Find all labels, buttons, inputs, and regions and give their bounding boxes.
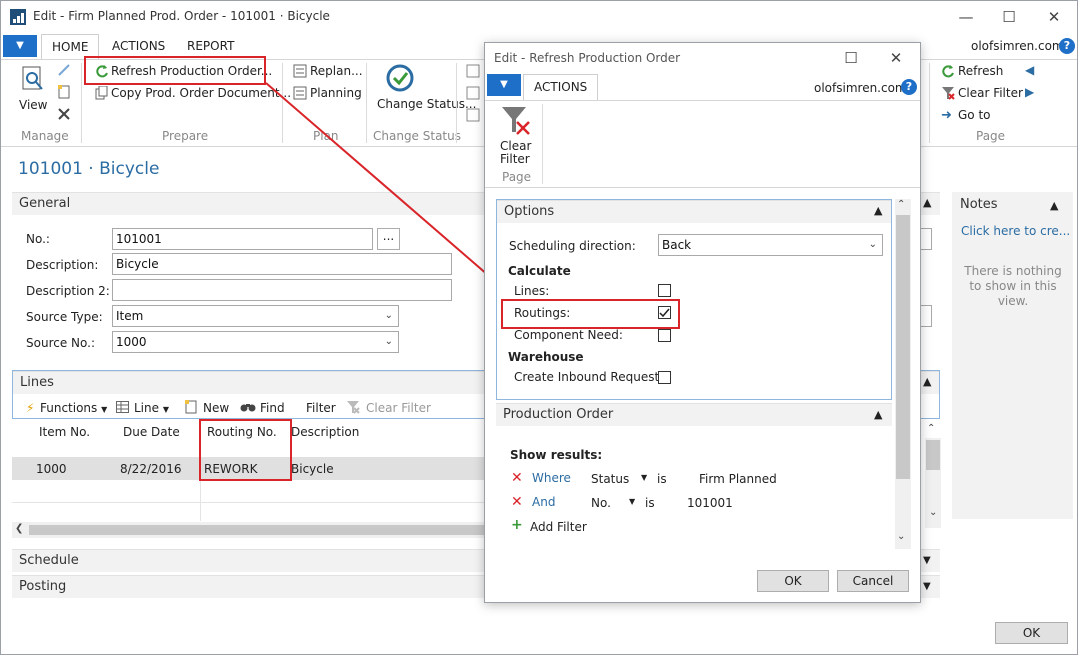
clear-filter-label-1[interactable]: Clear (500, 139, 531, 153)
warehouse-heading: Warehouse (508, 350, 584, 364)
filter-field[interactable]: Status (591, 472, 629, 486)
dialog-title: Edit - Refresh Production Order (494, 51, 681, 65)
filter-value[interactable]: 101001 (687, 496, 733, 510)
filter-conjunction: And (532, 495, 556, 509)
highlight-routings (501, 299, 680, 329)
clear-filter-icon[interactable] (500, 104, 532, 139)
chevron-down-icon[interactable]: ▼ (629, 497, 635, 506)
options-fasttab[interactable]: Options (497, 200, 891, 223)
chevron-down-icon[interactable]: ▼ (641, 473, 647, 482)
refresh-production-order-dialog: Edit - Refresh Production Order ☐ ✕ ▼ AC… (484, 42, 921, 603)
chevron-down-icon: ⌄ (868, 239, 877, 250)
scheduling-direction-select[interactable]: Back ⌄ (658, 234, 883, 256)
add-filter-link[interactable]: Add Filter (530, 520, 587, 534)
scheduling-direction-label: Scheduling direction: (509, 239, 636, 253)
calculate-heading: Calculate (508, 264, 571, 278)
filter-operator: is (645, 496, 655, 510)
help-icon[interactable]: ? (901, 79, 917, 95)
group-page-label: Page (502, 170, 532, 184)
chevron-up-icon[interactable]: ⌃ (897, 199, 905, 210)
create-inbound-request-label: Create Inbound Request: (514, 370, 664, 384)
collapse-icon[interactable]: ▲ (874, 204, 882, 217)
dialog-menu-button[interactable]: ▼ (487, 74, 521, 96)
scrollbar-thumb[interactable] (896, 215, 910, 479)
lines-checkbox[interactable] (658, 284, 671, 297)
component-need-checkbox[interactable] (658, 329, 671, 342)
dialog-user-name: olofsimren.com (814, 81, 907, 95)
divider (542, 104, 543, 184)
dialog-ribbon (485, 100, 920, 188)
close-icon[interactable]: ✕ (886, 48, 906, 68)
component-need-label: Component Need: (514, 328, 623, 342)
production-order-fasttab[interactable]: Production Order (496, 403, 892, 426)
collapse-icon[interactable]: ▲ (874, 408, 882, 421)
filter-value[interactable]: Firm Planned (699, 472, 777, 486)
show-results-heading: Show results: (510, 448, 603, 462)
lines-label: Lines: (514, 284, 550, 298)
remove-filter-icon[interactable]: ✕ (511, 494, 523, 510)
filter-conjunction: Where (532, 471, 571, 485)
clear-filter-label-2[interactable]: Filter (500, 152, 530, 166)
filter-field[interactable]: No. (591, 496, 611, 510)
dialog-cancel-button[interactable]: Cancel (837, 570, 909, 592)
create-inbound-request-checkbox[interactable] (658, 371, 671, 384)
maximize-icon[interactable]: ☐ (841, 48, 861, 68)
chevron-down-icon[interactable]: ⌄ (897, 531, 905, 542)
add-filter-icon[interactable]: + (511, 517, 523, 533)
remove-filter-icon[interactable]: ✕ (511, 470, 523, 486)
filter-operator: is (657, 472, 667, 486)
dialog-ok-button[interactable]: OK (757, 570, 829, 592)
tab-actions[interactable]: ACTIONS (523, 74, 599, 101)
